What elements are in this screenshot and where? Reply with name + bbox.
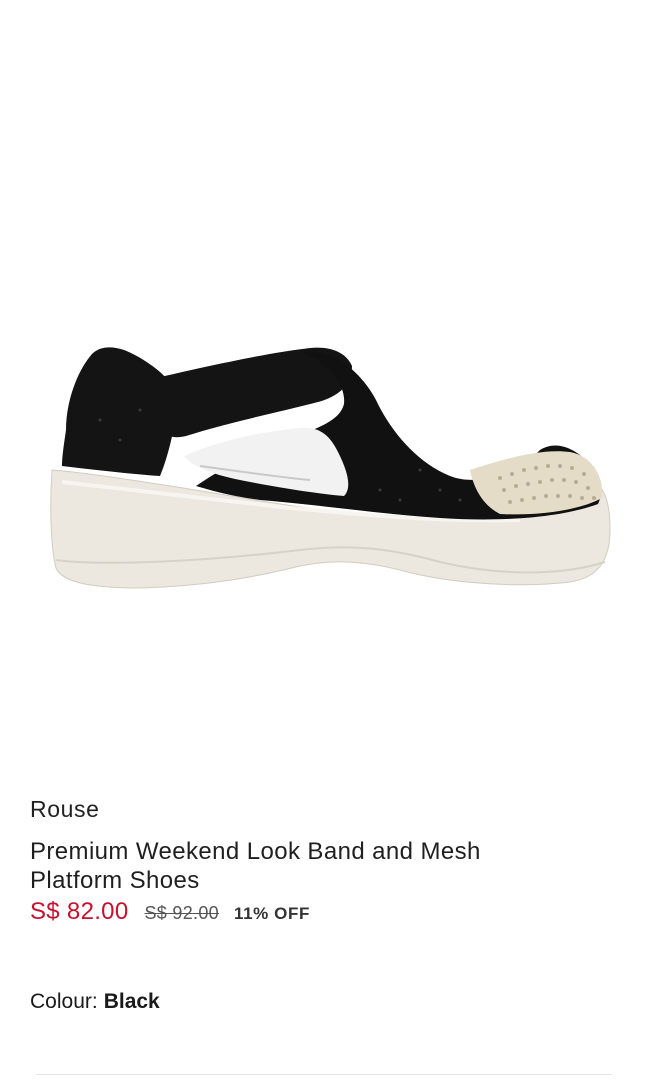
- colour-selector[interactable]: Colour: Black: [30, 990, 160, 1014]
- product-title: Premium Weekend Look Band and Mesh Platf…: [30, 837, 620, 895]
- price-original: S$ 92.00: [144, 903, 219, 923]
- colour-label: Colour:: [30, 990, 98, 1013]
- shoe-illustration: [50, 347, 611, 589]
- price-current: S$ 82.00: [30, 898, 129, 925]
- product-image[interactable]: [0, 0, 648, 760]
- colour-value: Black: [103, 990, 160, 1013]
- product-title-line-2: Platform Shoes: [30, 867, 200, 894]
- divider: [36, 1074, 612, 1075]
- product-info: Rouse Premium Weekend Look Band and Mesh…: [30, 794, 620, 930]
- product-title-line-1: Premium Weekend Look Band and Mesh: [30, 838, 481, 865]
- price-row: S$ 82.00 S$ 92.00 11% OFF: [30, 898, 620, 930]
- brand-name[interactable]: Rouse: [30, 794, 620, 824]
- discount-badge: 11% OFF: [233, 904, 310, 923]
